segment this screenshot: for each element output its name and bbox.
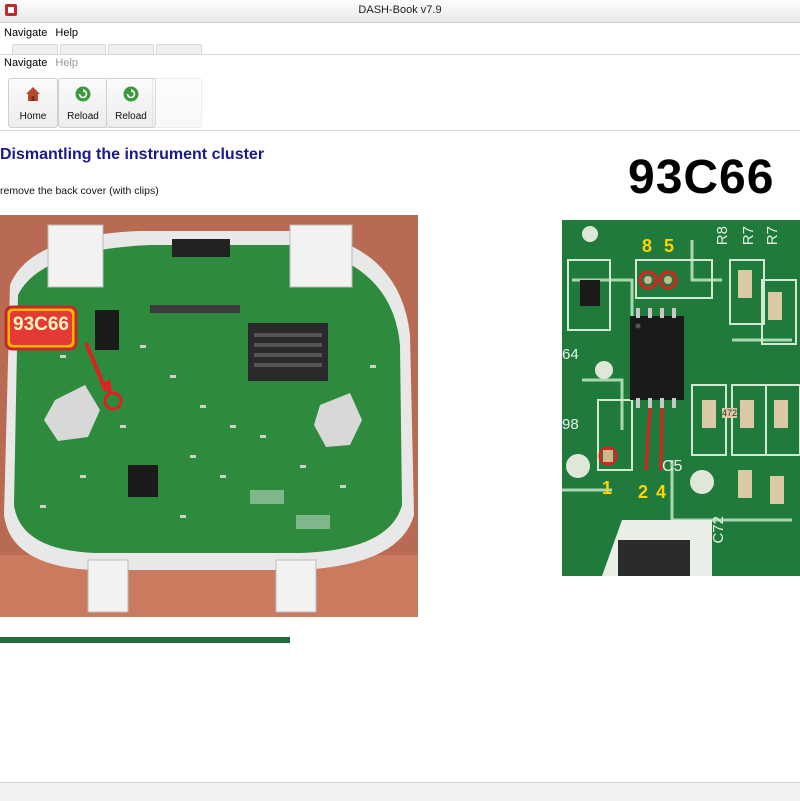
pin-label-5: 5 xyxy=(664,236,675,256)
toolbar: Home Reload Reload xyxy=(0,74,800,131)
home-button-label: Home xyxy=(19,111,47,122)
silk-label-64: 64 xyxy=(562,346,579,363)
silk-label-r7a: R7 xyxy=(740,226,757,246)
menu-navigate[interactable]: Navigate xyxy=(4,24,47,42)
reload-button-2[interactable]: Reload xyxy=(106,78,156,128)
chip-heading: 93C66 xyxy=(628,151,775,204)
menu-bar-inner: Navigate Help xyxy=(0,54,800,72)
eeprom-closeup-photo: R8 R7 R7 64 98 C72 C5 472 8 5 1 2 4 xyxy=(562,220,800,576)
window-title: DASH-Book v7.9 xyxy=(358,4,442,16)
menu-bar-outer: Navigate Help xyxy=(0,24,800,42)
page-subtitle: remove the back cover (with clips) xyxy=(0,185,159,197)
menu-help-inner[interactable]: Help xyxy=(55,54,78,72)
pin-label-2: 2 xyxy=(638,482,649,502)
silk-label-472: 472 xyxy=(722,408,738,418)
cluster-pcb-illustration xyxy=(0,215,418,617)
silk-label-r7b: R7 xyxy=(764,226,781,246)
window-titlebar: DASH-Book v7.9 xyxy=(0,0,800,23)
reload-button[interactable]: Reload xyxy=(58,78,108,128)
eeprom-pcb-illustration xyxy=(562,220,800,576)
pin-label-4: 4 xyxy=(656,482,667,502)
menu-navigate-inner[interactable]: Navigate xyxy=(4,54,47,72)
status-bar xyxy=(0,782,800,801)
silk-label-r8: R8 xyxy=(714,226,731,246)
reload-icon xyxy=(75,86,91,102)
silk-label-c72: C72 xyxy=(710,516,727,544)
pin-label-1: 1 xyxy=(602,478,613,498)
home-button[interactable]: Home xyxy=(8,78,58,128)
instrument-cluster-photo: 93C66 xyxy=(0,215,418,617)
reload-icon xyxy=(123,86,139,102)
page-title: Dismantling the instrument cluster xyxy=(0,146,265,163)
next-photo-strip xyxy=(0,637,290,643)
silk-label-c5: C5 xyxy=(662,458,683,475)
photo-callout-label: 93C66 xyxy=(13,314,69,335)
reload-button-2-label: Reload xyxy=(115,111,147,122)
menu-help[interactable]: Help xyxy=(55,24,78,42)
disabled-button[interactable] xyxy=(152,78,202,128)
reload-button-label: Reload xyxy=(67,111,99,122)
silk-label-98: 98 xyxy=(562,416,579,433)
home-icon xyxy=(26,87,40,101)
pin-label-8: 8 xyxy=(642,236,653,256)
